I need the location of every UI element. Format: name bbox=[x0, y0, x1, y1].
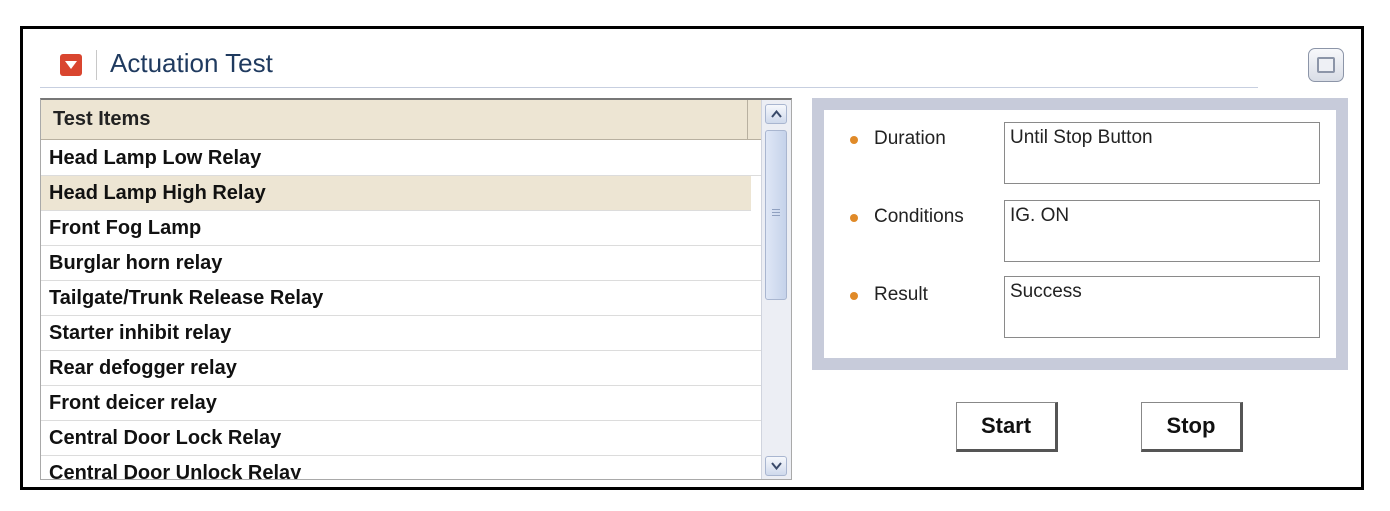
list-item[interactable]: Starter inhibit relay bbox=[41, 316, 761, 351]
maximize-icon bbox=[1317, 57, 1335, 73]
list-item[interactable]: Central Door Unlock Relay bbox=[41, 456, 761, 479]
list-item[interactable]: Front deicer relay bbox=[41, 386, 761, 421]
scroll-down-button[interactable] bbox=[765, 456, 787, 476]
list-header: Test Items bbox=[41, 100, 747, 140]
list-item[interactable]: Tailgate/Trunk Release Relay bbox=[41, 281, 761, 316]
scroll-up-button[interactable] bbox=[765, 104, 787, 124]
test-info-panel: Duration Until Stop Button Conditions IG… bbox=[812, 98, 1348, 370]
arrow-up-icon bbox=[771, 110, 782, 118]
scroll-grip-icon bbox=[772, 209, 780, 218]
duration-label: Duration bbox=[874, 128, 946, 149]
duration-field: Until Stop Button bbox=[1004, 122, 1320, 184]
panel-title: Actuation Test bbox=[110, 48, 273, 78]
chevron-down-icon bbox=[65, 61, 77, 69]
list-item[interactable]: Head Lamp Low Relay bbox=[41, 141, 761, 176]
bullet-icon bbox=[850, 292, 858, 300]
list-header-label: Test Items bbox=[53, 108, 151, 130]
list-item[interactable]: Central Door Lock Relay bbox=[41, 421, 761, 456]
result-field: Success bbox=[1004, 276, 1320, 338]
maximize-button[interactable] bbox=[1308, 48, 1344, 82]
conditions-field: IG. ON bbox=[1004, 200, 1320, 262]
arrow-down-icon bbox=[771, 462, 782, 470]
bullet-icon bbox=[850, 136, 858, 144]
list-item[interactable]: Front Fog Lamp bbox=[41, 211, 761, 246]
start-button[interactable]: Start bbox=[956, 402, 1058, 452]
stop-button[interactable]: Stop bbox=[1141, 402, 1243, 452]
list-item[interactable]: Burglar horn relay bbox=[41, 246, 761, 281]
result-label: Result bbox=[874, 284, 928, 305]
title-underline bbox=[40, 87, 1258, 88]
header-divider bbox=[96, 50, 97, 80]
list-item-label: Head Lamp High Relay bbox=[49, 182, 266, 204]
test-items-list[interactable]: Test Items Head Lamp Low Relay Head Lamp… bbox=[40, 98, 792, 480]
list-rows: Head Lamp Low Relay Head Lamp High Relay… bbox=[41, 141, 761, 479]
scroll-thumb[interactable] bbox=[765, 130, 787, 300]
vertical-scrollbar[interactable] bbox=[761, 100, 791, 479]
list-item[interactable]: Rear defogger relay bbox=[41, 351, 761, 386]
list-item-selected[interactable]: Head Lamp High Relay bbox=[41, 176, 751, 211]
collapse-icon[interactable] bbox=[60, 54, 82, 76]
conditions-label: Conditions bbox=[874, 206, 964, 227]
test-info-content: Duration Until Stop Button Conditions IG… bbox=[824, 110, 1336, 358]
list-header-spacer bbox=[747, 100, 761, 140]
bullet-icon bbox=[850, 214, 858, 222]
